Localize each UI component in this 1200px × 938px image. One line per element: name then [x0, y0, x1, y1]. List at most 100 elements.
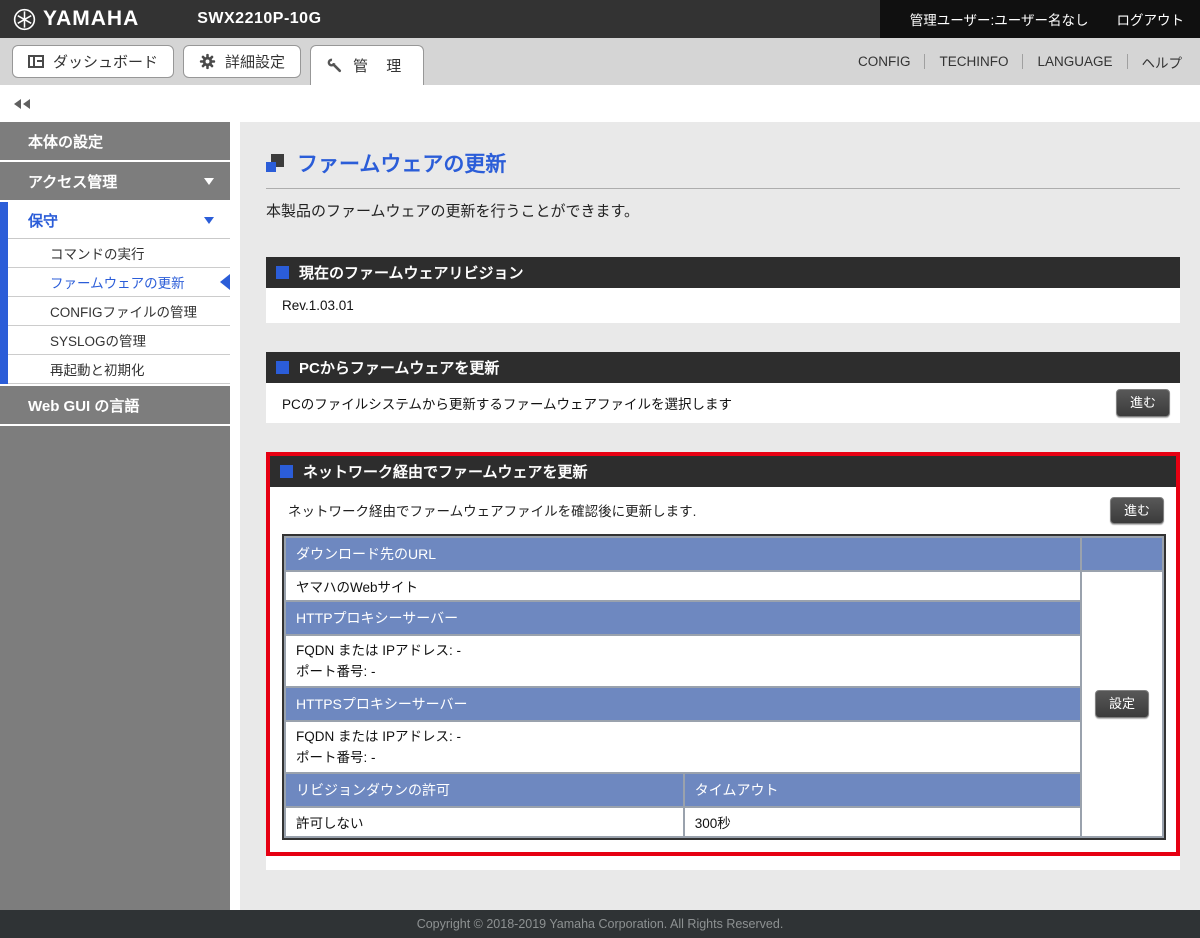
active-item-pointer-icon: [220, 274, 230, 290]
section-marker-icon: [276, 361, 289, 374]
link-divider: [1127, 54, 1128, 69]
timeout-value: 300秒: [685, 808, 1080, 836]
footer-bar: Copyright © 2018-2019 Yamaha Corporation…: [0, 910, 1200, 938]
sidebar-item-firmware-update[interactable]: ファームウェアの更新: [8, 268, 230, 297]
sidebar-nav: 本体の設定 アクセス管理 保守 コマンドの実行 ファームウェアの更新 CONFI…: [0, 122, 240, 910]
gear-icon: [199, 53, 216, 70]
page-description: 本製品のファームウェアの更新を行うことができます。: [266, 200, 1180, 221]
section-network-update-title: ネットワーク経由でファームウェアを更新: [303, 461, 588, 482]
sidebar-item-maintenance[interactable]: 保守: [8, 202, 230, 239]
revision-down-value: 許可しない: [286, 808, 683, 836]
dashboard-grid-icon: [28, 55, 44, 68]
page-title-row: ファームウェアの更新: [266, 148, 1180, 178]
body-row: 本体の設定 アクセス管理 保守 コマンドの実行 ファームウェアの更新 CONFI…: [0, 122, 1200, 910]
chevron-down-icon: [204, 217, 214, 224]
tab-advanced-settings[interactable]: 詳細設定: [183, 45, 301, 78]
sidebar-item-webgui-language[interactable]: Web GUI の言語: [0, 386, 230, 424]
sub-header-strip: [0, 85, 1200, 122]
section-update-from-pc: PCからファームウェアを更新 PCのファイルシステムから更新するファームウェアフ…: [266, 352, 1180, 423]
sidebar-config-file-label: CONFIGファイルの管理: [50, 301, 197, 321]
download-url-value: ヤマハのWebサイト: [286, 572, 1080, 600]
sidebar-webgui-language-label: Web GUI の言語: [28, 395, 139, 416]
sidebar-item-syslog[interactable]: SYSLOGの管理: [8, 326, 230, 355]
tab-dashboard-label: ダッシュボード: [53, 51, 158, 72]
section-network-update-wrap: ネットワーク経由でファームウェアを更新 ネットワーク経由でファームウェアファイル…: [266, 452, 1180, 871]
tab-advanced-settings-label: 詳細設定: [225, 51, 285, 72]
section-current-revision-title: 現在のファームウェアリビジョン: [299, 262, 524, 283]
section-marker-icon: [276, 266, 289, 279]
device-model-label: SWX2210P-10G: [197, 10, 321, 28]
sidebar-command-exec-label: コマンドの実行: [50, 243, 145, 263]
section-current-revision-header: 現在のファームウェアリビジョン: [266, 257, 1180, 288]
proceed-pc-update-button[interactable]: 進む: [1116, 389, 1170, 417]
network-update-settings-table: ダウンロード先のURL ヤマハのWebサイト 設定 HTTPプロキシーサーバー: [282, 534, 1166, 840]
section-network-update-header: ネットワーク経由でファームウェアを更新: [270, 456, 1176, 487]
user-session-box: 管理ユーザー:ユーザー名なし ログアウト: [880, 0, 1200, 38]
settings-button-cell: 設定: [1082, 572, 1162, 836]
http-proxy-fqdn: FQDN または IPアドレス: -: [296, 640, 1070, 661]
sidebar-item-config-file[interactable]: CONFIGファイルの管理: [8, 297, 230, 326]
section-network-update-highlight: ネットワーク経由でファームウェアを更新 ネットワーク経由でファームウェアファイル…: [266, 452, 1180, 857]
network-update-toprow: ネットワーク経由でファームウェアファイルを確認後に更新します. 進む: [288, 497, 1164, 525]
config-link[interactable]: CONFIG: [854, 54, 915, 69]
actions-column-header: [1082, 538, 1162, 570]
logout-button[interactable]: ログアウト: [1117, 9, 1185, 29]
sidebar-item-restart-init[interactable]: 再起動と初期化: [8, 355, 230, 384]
main-tab-bar: ダッシュボード 詳細設定 管 理 CONFIG TECHINFO L: [0, 38, 1200, 85]
sidebar-restart-init-label: 再起動と初期化: [50, 359, 145, 379]
main-content: ファームウェアの更新 本製品のファームウェアの更新を行うことができます。 現在の…: [240, 122, 1200, 910]
settings-button[interactable]: 設定: [1095, 690, 1149, 718]
sidebar-device-settings-label: 本体の設定: [28, 131, 103, 152]
page-title: ファームウェアの更新: [297, 148, 506, 178]
section-marker-icon: [280, 465, 293, 478]
link-divider: [1022, 54, 1023, 69]
https-proxy-value: FQDN または IPアドレス: - ポート番号: -: [286, 722, 1080, 772]
table-row: HTTPSプロキシーサーバー: [286, 688, 1162, 720]
section-update-from-pc-title: PCからファームウェアを更新: [299, 357, 499, 378]
tab-admin[interactable]: 管 理: [310, 45, 424, 85]
brand-name: YAMAHA: [43, 7, 139, 31]
section-update-from-pc-header: PCからファームウェアを更新: [266, 352, 1180, 383]
sidebar-collapse-icon[interactable]: [14, 99, 30, 109]
proceed-network-update-button[interactable]: 進む: [1110, 497, 1164, 525]
top-header-bar: YAMAHA SWX2210P-10G 管理ユーザー:ユーザー名なし ログアウト: [0, 0, 1200, 38]
table-row: ダウンロード先のURL: [286, 538, 1162, 570]
download-url-header: ダウンロード先のURL: [286, 538, 1080, 570]
sidebar-item-command-exec[interactable]: コマンドの実行: [8, 239, 230, 268]
section-network-update-body: ネットワーク経由でファームウェアファイルを確認後に更新します. 進む ダウンロー…: [270, 487, 1176, 853]
current-revision-value: Rev.1.03.01: [266, 288, 1180, 323]
sidebar-filler: [0, 426, 230, 910]
copyright-text: Copyright © 2018-2019 Yamaha Corporation…: [417, 917, 784, 931]
wrench-icon: [326, 57, 344, 75]
chevron-down-icon: [204, 178, 214, 185]
https-proxy-fqdn: FQDN または IPアドレス: -: [296, 726, 1070, 747]
link-divider: [924, 54, 925, 69]
sidebar-maintenance-label: 保守: [28, 210, 58, 231]
http-proxy-value: FQDN または IPアドレス: - ポート番号: -: [286, 636, 1080, 686]
help-link[interactable]: ヘルプ: [1138, 52, 1187, 72]
http-proxy-port: ポート番号: -: [296, 661, 1070, 682]
http-proxy-header: HTTPプロキシーサーバー: [286, 602, 1080, 634]
table-row: FQDN または IPアドレス: - ポート番号: -: [286, 636, 1162, 686]
title-divider: [266, 188, 1180, 189]
table-row: 許可しない 300秒: [286, 808, 1162, 836]
yamaha-logo-icon: [13, 8, 36, 31]
https-proxy-header: HTTPSプロキシーサーバー: [286, 688, 1080, 720]
tab-dashboard[interactable]: ダッシュボード: [12, 45, 174, 78]
table-row: ヤマハのWebサイト 設定: [286, 572, 1162, 600]
update-from-pc-description: PCのファイルシステムから更新するファームウェアファイルを選択します: [282, 393, 732, 413]
language-link[interactable]: LANGUAGE: [1033, 54, 1116, 69]
sidebar-item-device-settings[interactable]: 本体の設定: [0, 122, 230, 160]
sidebar-firmware-update-label: ファームウェアの更新: [50, 272, 185, 292]
table-row: リビジョンダウンの許可 タイムアウト: [286, 774, 1162, 806]
sidebar-maintenance-group: 保守 コマンドの実行 ファームウェアの更新 CONFIGファイルの管理 SYSL…: [0, 202, 230, 384]
techinfo-link[interactable]: TECHINFO: [935, 54, 1012, 69]
sidebar-item-access-management[interactable]: アクセス管理: [0, 162, 230, 200]
sidebar-access-management-label: アクセス管理: [28, 171, 117, 192]
tab-admin-label: 管 理: [353, 55, 408, 76]
admin-user-label: 管理ユーザー:ユーザー名なし: [910, 9, 1089, 29]
yamaha-brand: YAMAHA: [0, 7, 139, 31]
sidebar-syslog-label: SYSLOGの管理: [50, 330, 146, 350]
network-update-description: ネットワーク経由でファームウェアファイルを確認後に更新します.: [288, 500, 696, 520]
table-row: FQDN または IPアドレス: - ポート番号: -: [286, 722, 1162, 772]
